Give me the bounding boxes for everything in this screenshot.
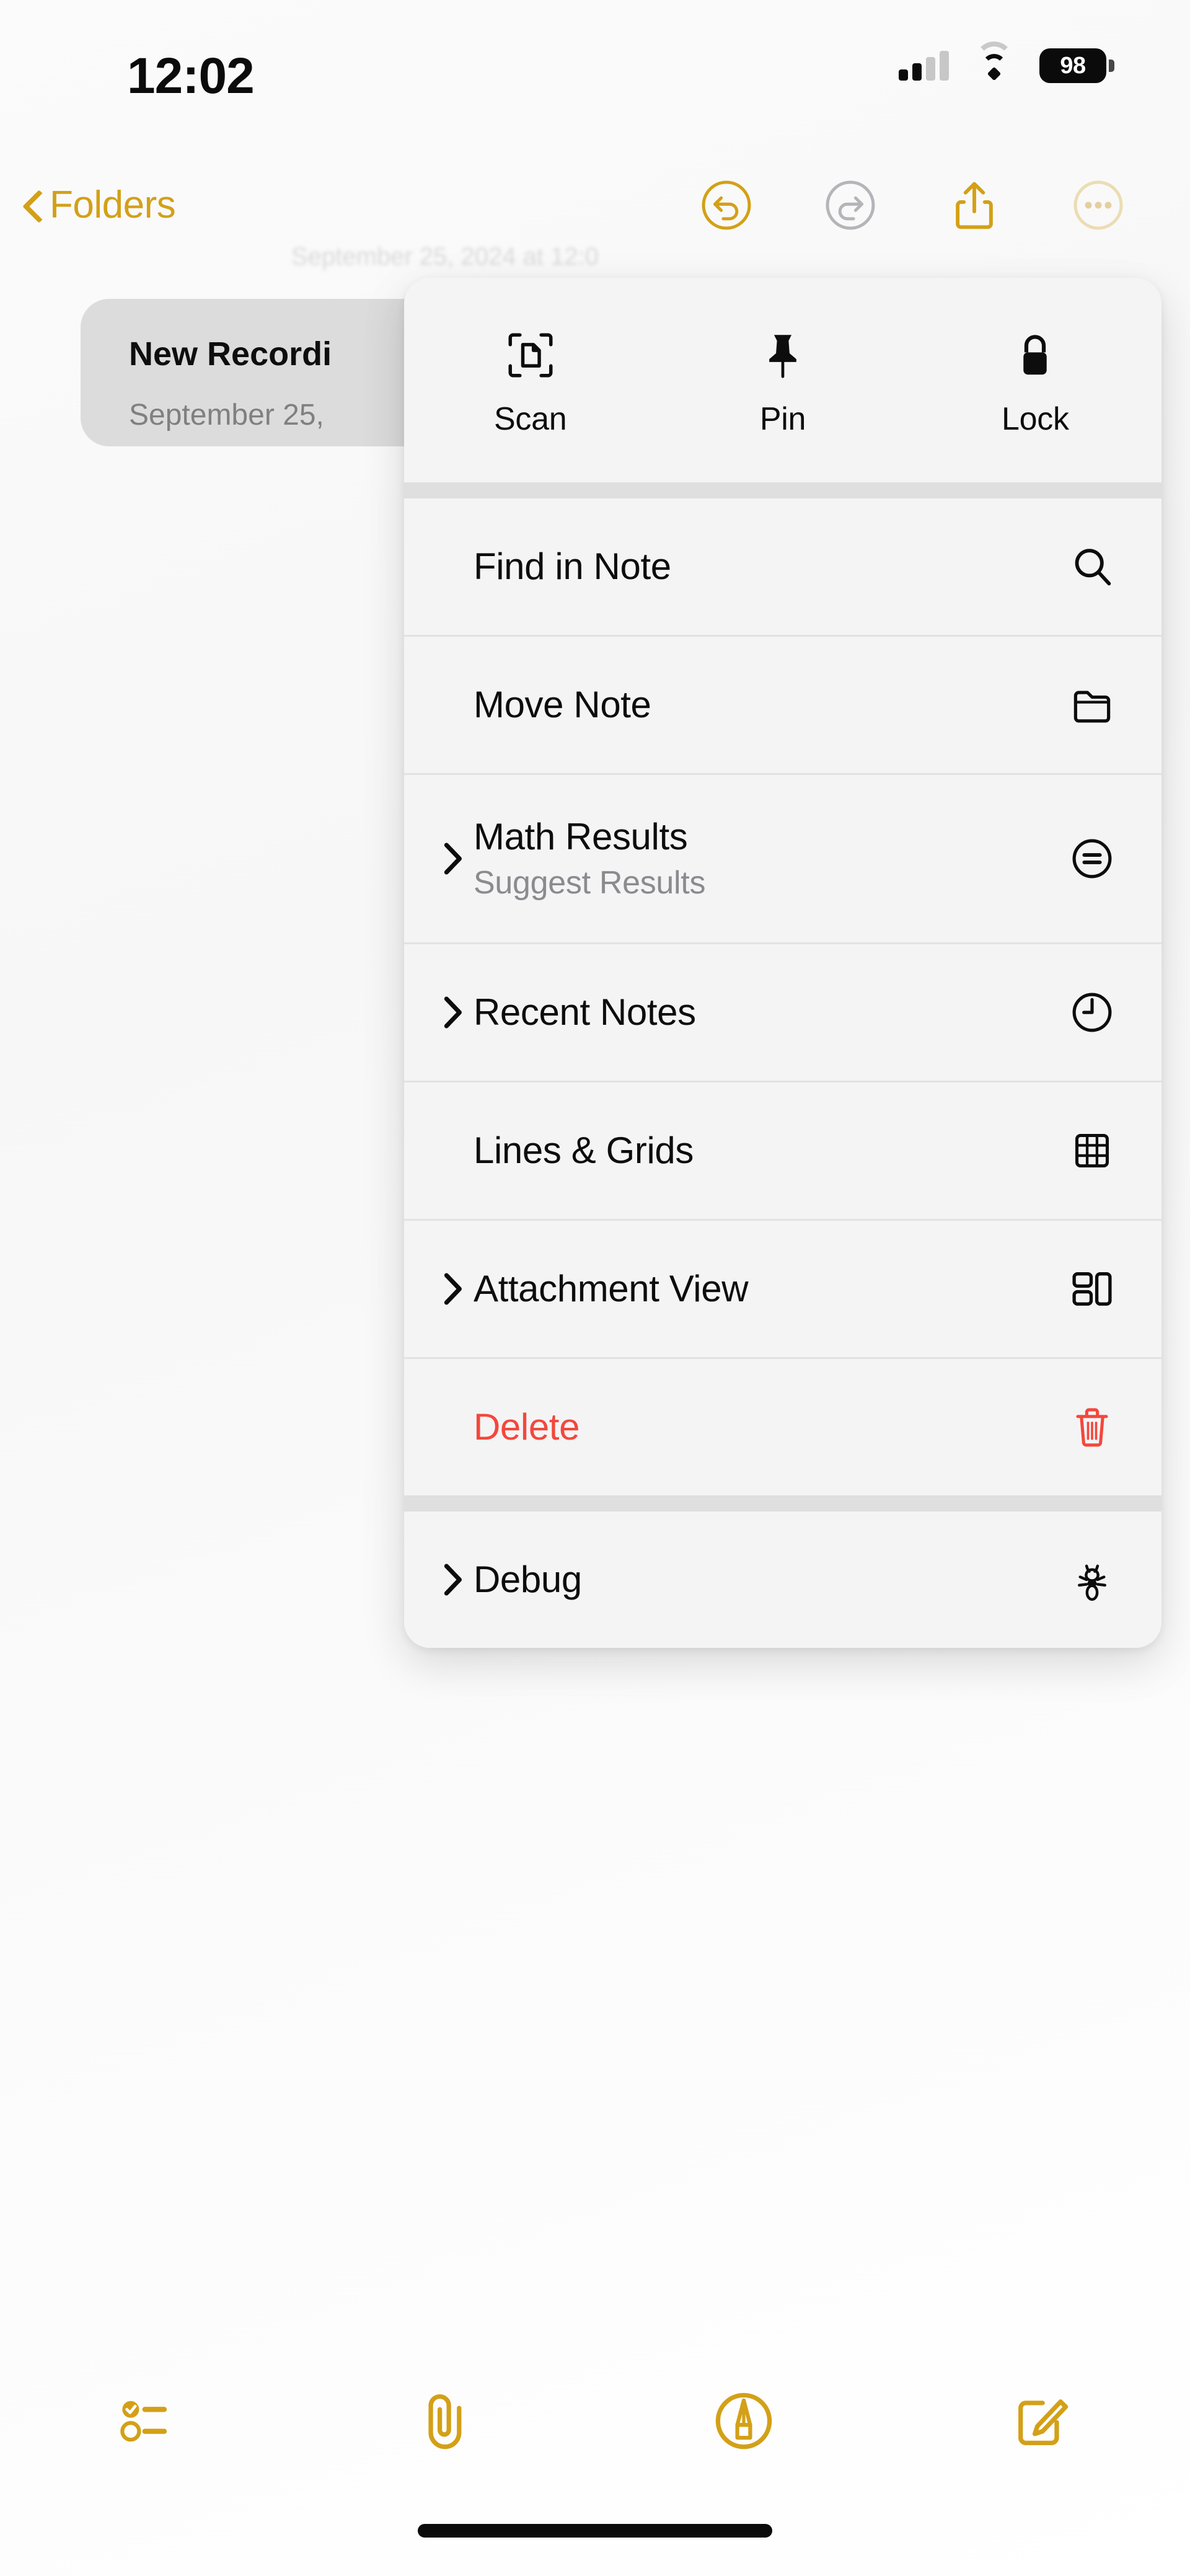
- scan-document-icon: [506, 322, 555, 379]
- menu-item-delete[interactable]: Delete: [404, 1359, 1161, 1495]
- battery-percent-label: 98: [1060, 52, 1086, 79]
- chevron-right-icon: [439, 1270, 467, 1308]
- menu-item-math-results[interactable]: Math Results Suggest Results: [404, 775, 1161, 942]
- chevron-right-icon: [439, 839, 467, 878]
- note-row-title: New Recordi: [129, 335, 332, 373]
- menu-item-label: Attachment View: [474, 1268, 749, 1310]
- menu-item-label: Delete: [474, 1406, 580, 1448]
- status-bar-time: 12:02: [127, 48, 255, 104]
- paperclip-icon: [428, 2394, 462, 2450]
- menu-item-label: Math Results: [474, 816, 688, 858]
- menu-item-move-note[interactable]: Move Note: [404, 637, 1161, 773]
- checklist-button[interactable]: [0, 2362, 298, 2480]
- clock-icon: [1060, 989, 1124, 1035]
- menu-item-find-in-note[interactable]: Find in Note: [404, 498, 1161, 635]
- chevron-left-icon: [25, 191, 41, 218]
- layout-tiles-icon: [1060, 1265, 1124, 1312]
- background-note-date: September 25, 2024 at 12:0: [291, 243, 599, 270]
- battery-icon: 98: [1039, 48, 1114, 83]
- redo-button[interactable]: [788, 172, 912, 239]
- redo-circle-icon: [826, 180, 875, 230]
- menu-item-sublabel: Suggest Results: [474, 864, 706, 901]
- grid-icon: [1060, 1128, 1124, 1173]
- compose-square-pencil-icon: [1018, 2399, 1069, 2445]
- chevron-right-icon: [439, 1560, 467, 1599]
- share-button[interactable]: [912, 172, 1036, 239]
- menu-item-lines-and-grids[interactable]: Lines & Grids: [404, 1082, 1161, 1219]
- quick-action-pin-label: Pin: [759, 401, 806, 437]
- menu-item-label: Debug: [474, 1559, 582, 1601]
- share-up-icon: [956, 182, 993, 229]
- folder-icon: [1060, 682, 1124, 728]
- quick-action-scan-label: Scan: [494, 401, 567, 437]
- chevron-right-icon: [439, 993, 467, 1032]
- back-button-label: Folders: [50, 183, 176, 226]
- back-to-folders-button[interactable]: Folders: [25, 170, 176, 239]
- menu-item-label: Find in Note: [474, 546, 671, 588]
- markup-button[interactable]: [595, 2362, 892, 2480]
- equals-circle-icon: [1060, 836, 1124, 882]
- undo-button[interactable]: [664, 172, 788, 239]
- attachment-button[interactable]: [298, 2362, 595, 2480]
- menu-item-debug[interactable]: Debug: [404, 1512, 1161, 1648]
- cellular-bars-icon: [899, 51, 949, 81]
- context-menu-quick-actions: Scan Pin Lock: [404, 278, 1161, 482]
- bug-icon: [1060, 1557, 1124, 1603]
- menu-item-label: Recent Notes: [474, 991, 696, 1033]
- menu-footer-separator: [404, 1495, 1161, 1512]
- menu-item-label: Lines & Grids: [474, 1130, 694, 1172]
- navigation-actions: [664, 172, 1160, 239]
- lock-icon: [1011, 322, 1059, 379]
- menu-section-separator: [404, 482, 1161, 498]
- quick-action-scan[interactable]: Scan: [404, 278, 656, 482]
- undo-circle-icon: [702, 180, 751, 230]
- quick-action-lock-label: Lock: [1002, 401, 1069, 437]
- note-context-menu: Scan Pin Lock Find in Note Move Note Mat…: [404, 278, 1161, 1648]
- ellipsis-circle-icon: [1073, 180, 1123, 230]
- quick-action-lock[interactable]: Lock: [909, 278, 1161, 482]
- quick-action-pin[interactable]: Pin: [656, 278, 909, 482]
- menu-item-recent-notes[interactable]: Recent Notes: [404, 944, 1161, 1081]
- note-row-subtitle: September 25,: [129, 399, 324, 432]
- markup-pen-circle-icon: [715, 2392, 772, 2450]
- wifi-icon: [975, 42, 1013, 81]
- bottom-toolbar: [0, 2362, 1190, 2480]
- home-indicator[interactable]: [418, 2524, 772, 2538]
- status-bar: 12:02 98: [0, 0, 1190, 118]
- compose-button[interactable]: [892, 2362, 1190, 2480]
- checklist-icon: [120, 2401, 167, 2442]
- more-button[interactable]: [1036, 172, 1160, 239]
- search-icon: [1060, 544, 1124, 589]
- pin-icon: [759, 322, 807, 379]
- menu-item-label: Move Note: [474, 684, 651, 726]
- trash-icon: [1060, 1405, 1124, 1450]
- navigation-bar: Folders: [0, 170, 1190, 251]
- menu-item-attachment-view[interactable]: Attachment View: [404, 1221, 1161, 1357]
- iphone-screen: 12:02 98 Folders September 25, 2024 at 1…: [0, 0, 1190, 2576]
- status-bar-indicators: 98: [899, 42, 1114, 83]
